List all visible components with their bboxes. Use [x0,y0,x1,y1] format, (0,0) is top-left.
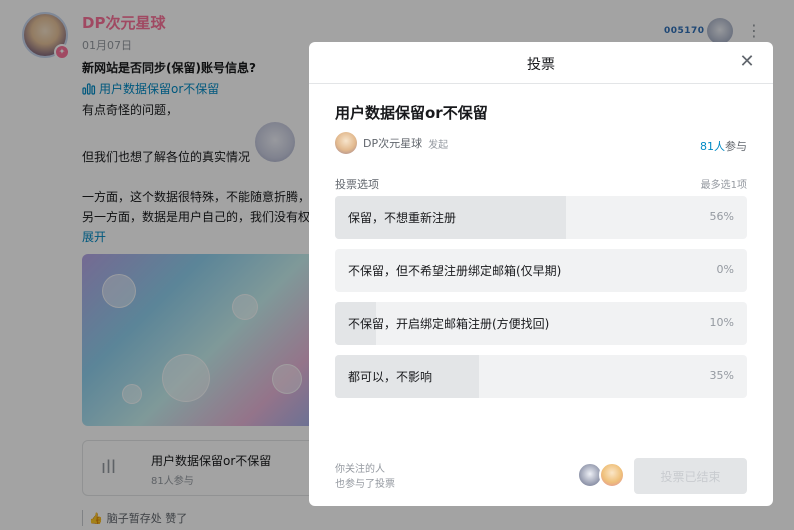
follow-note-line: 你关注的人 [335,464,385,475]
followed-voters-note: 你关注的人 也参与了投票 [335,462,395,492]
voter-avatars [577,462,625,488]
initiator-name[interactable]: DP次元星球 [363,135,422,151]
vote-option[interactable]: 不保留，但不希望注册绑定邮箱(仅早期) 0% [335,249,747,292]
option-percent: 56% [709,210,734,223]
vote-ended-button[interactable]: 投票已结束 [634,458,747,494]
vote-option[interactable]: 不保留，开启绑定邮箱注册(方便找回) 10% [335,302,747,345]
vote-option[interactable]: 保留，不想重新注册 56% [335,196,747,239]
vote-modal: 投票 ✕ 用户数据保留or不保留 DP次元星球 发起 81人参与 投票选项 最多… [309,42,773,506]
modal-title: 投票 [527,57,555,73]
initiator-action: 发起 [428,139,449,151]
modal-header: 投票 ✕ [309,42,773,84]
option-label: 不保留，开启绑定邮箱注册(方便找回) [348,317,550,331]
options-label: 投票选项 [335,178,379,191]
poll-title: 用户数据保留or不保留 [335,104,488,122]
option-label: 不保留，但不希望注册绑定邮箱(仅早期) [348,264,562,278]
close-icon[interactable]: ✕ [737,52,757,72]
follow-note-line: 也参与了投票 [335,479,395,490]
option-percent: 10% [709,316,734,329]
vote-option[interactable]: 都可以，不影响 35% [335,355,747,398]
max-choice-label: 最多选1项 [700,180,747,191]
participant-number[interactable]: 81人 [700,140,725,153]
option-percent: 35% [709,369,734,382]
voter-avatar[interactable] [599,462,625,488]
initiator-avatar[interactable] [335,132,357,154]
participant-count: 81人参与 [700,138,747,154]
option-label: 保留，不想重新注册 [348,211,457,225]
participant-suffix: 参与 [725,140,747,153]
option-label: 都可以，不影响 [348,370,433,384]
poll-initiator: DP次元星球 发起 [335,132,448,154]
option-percent: 0% [716,263,734,276]
